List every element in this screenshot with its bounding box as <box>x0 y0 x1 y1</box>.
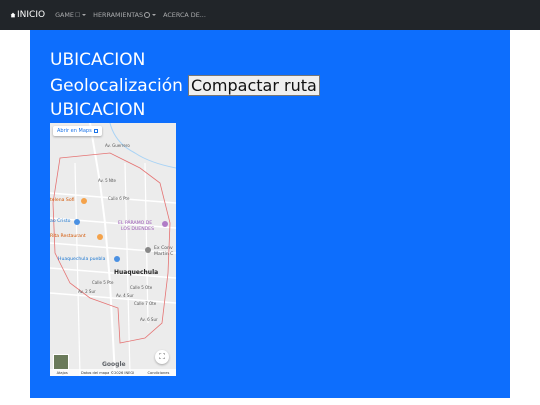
open-in-maps-label: Abrir en Maps <box>57 128 92 134</box>
keyboard-shortcuts-link[interactable]: Atajos <box>57 371 68 375</box>
google-logo: Google <box>102 361 126 368</box>
map-label-poi: Huaquechula puebla <box>58 257 106 262</box>
map-label-poi: LOS DUENDES <box>121 227 154 232</box>
open-in-maps-link[interactable]: Abrir en Maps <box>53 126 102 136</box>
top-navbar: INICIO GAME □ HERRAMIENTAS ACERCA DE... <box>0 0 540 30</box>
chevron-down-icon <box>82 14 87 16</box>
page-title: UBICACION <box>50 50 146 70</box>
map-label-street: Calle 5 Pte <box>92 280 114 285</box>
map-label-poi: ao Cristo <box>50 219 71 224</box>
map-label-poi: telena Sofi <box>50 198 75 203</box>
terms-link[interactable]: Condiciones <box>148 371 170 375</box>
nav-tools-dropdown[interactable]: HERRAMIENTAS <box>93 11 157 19</box>
fullscreen-icon: ⛶ <box>159 352 165 361</box>
restaurant-pin-icon <box>97 234 103 240</box>
geolocation-label: Geolocalización <box>50 75 183 96</box>
location-heading: UBICACION <box>50 100 146 120</box>
nav-about-label: ACERCA DE... <box>163 11 206 19</box>
nav-about-link[interactable]: ACERCA DE... <box>163 11 206 19</box>
fullscreen-button[interactable]: ⛶ <box>155 350 169 364</box>
map-label-street: Calle 7 Ote <box>134 301 157 306</box>
map-label-poi: Rita Restaurant <box>50 234 86 239</box>
map-label-street: Av. 2 Sur <box>78 289 96 294</box>
home-icon <box>10 12 16 18</box>
map-label-street: Av. 4 Sur <box>116 293 134 298</box>
nav-tools-label: HERRAMIENTAS <box>93 11 144 19</box>
hotel-pin-icon <box>81 198 87 204</box>
compact-route-button[interactable]: Compactar ruta <box>187 75 320 96</box>
map-label-street: Av. 6 Sur <box>140 317 158 322</box>
external-link-icon <box>93 129 98 133</box>
building-pin-icon <box>145 247 151 253</box>
map-label-town: Huaquechula <box>114 269 159 276</box>
map-label-poi: Ex Conv <box>154 246 173 251</box>
landmark-pin-icon <box>74 219 80 225</box>
map-label-street: Calle 6 Pte <box>108 196 130 201</box>
map-label-street: Av. Guerrero <box>105 143 130 148</box>
gear-icon <box>144 12 151 18</box>
embedded-map[interactable]: Abrir en Maps Av. Guerrero Av. 5 Nte Cal… <box>50 123 176 376</box>
map-label-poi: EL PÁRAMO DE <box>118 221 153 226</box>
brand-label: INICIO <box>17 10 46 20</box>
brand-link[interactable]: INICIO <box>10 10 45 20</box>
nav-game-dropdown[interactable]: GAME □ <box>55 11 87 19</box>
main-container: UBICACION Geolocalización Compactar ruta… <box>30 30 510 398</box>
chevron-down-icon <box>152 14 157 16</box>
gamepad-icon: □ <box>74 12 81 18</box>
attraction-pin-icon <box>162 221 168 227</box>
map-label-street: Calle 5 Ote <box>130 285 153 290</box>
place-pin-icon <box>114 256 120 262</box>
map-label-street: Av. 5 Nte <box>98 178 116 183</box>
satellite-toggle[interactable] <box>53 354 69 370</box>
map-label-poi: Martín C <box>154 252 174 257</box>
nav-game-label: GAME <box>55 11 74 19</box>
map-data-attribution: Datos del mapa ©2026 INEGI <box>80 370 135 375</box>
map-footer: Atajos Datos del mapa ©2026 INEGI Condic… <box>50 369 176 376</box>
geolocation-row: Geolocalización Compactar ruta <box>50 75 320 96</box>
